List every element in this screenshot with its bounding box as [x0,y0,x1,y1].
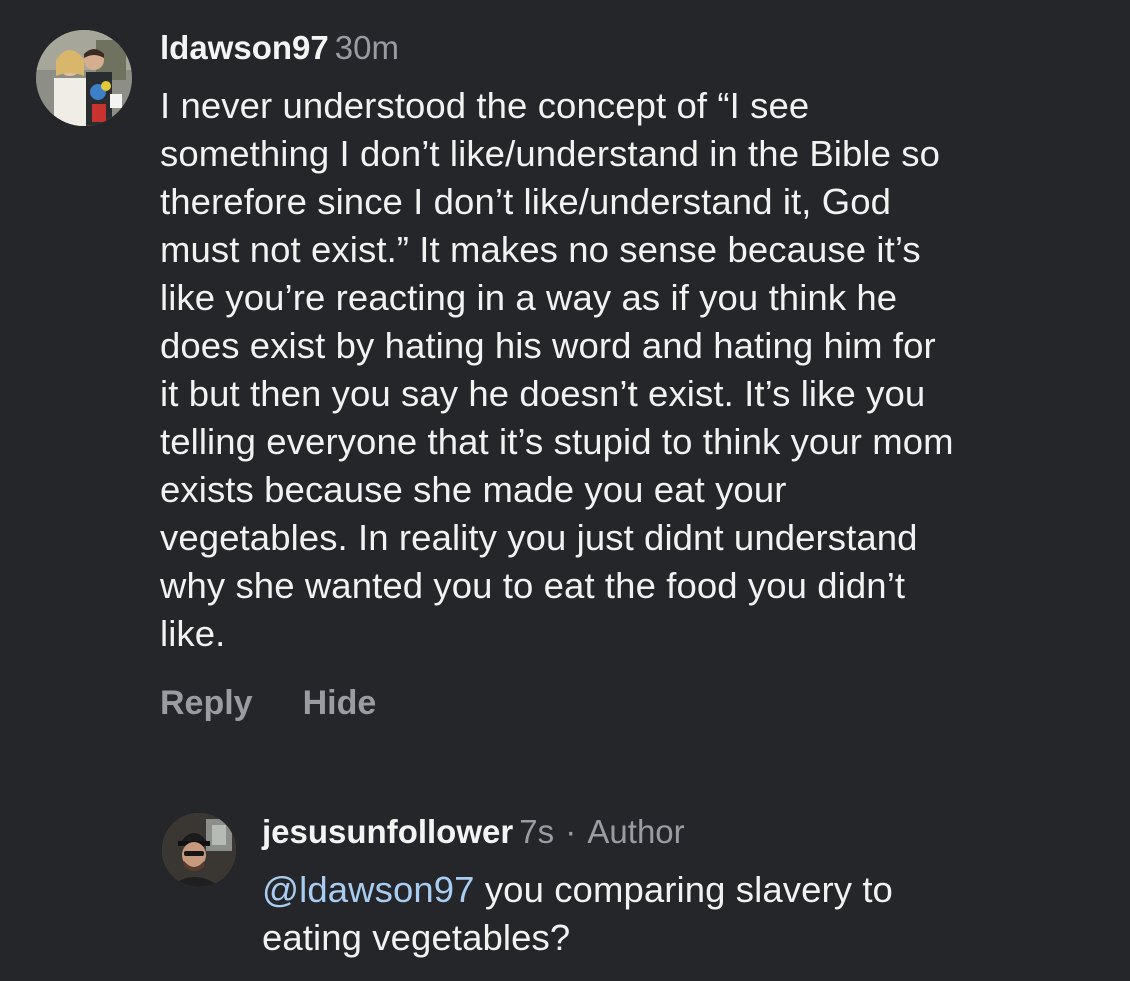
comment-header: ldawson97 30m [160,28,399,68]
hide-button[interactable]: Hide [303,684,377,722]
comment-timestamp: 7s [519,813,555,850]
comment-timestamp: 30m [334,29,399,66]
avatar[interactable] [36,30,132,126]
mention-link[interactable]: @ldawson97 [262,869,475,910]
comment-username[interactable]: ldawson97 [160,29,329,66]
comment-actions: Reply Hide [160,684,376,723]
comment-text: I never understood the concept of “I see… [160,85,954,654]
avatar[interactable] [162,813,236,887]
comment-header: jesusunfollower 7s · Author [262,812,685,852]
meta-separator: · [565,813,577,850]
user-avatar-photo-icon [36,30,132,126]
author-badge: Author [587,813,685,850]
comment-text: @ldawson97 you comparing slavery to eati… [262,866,1122,962]
reply-button[interactable]: Reply [160,684,253,722]
comment-username[interactable]: jesusunfollower [262,813,513,850]
user-avatar-photo-icon [162,813,236,887]
